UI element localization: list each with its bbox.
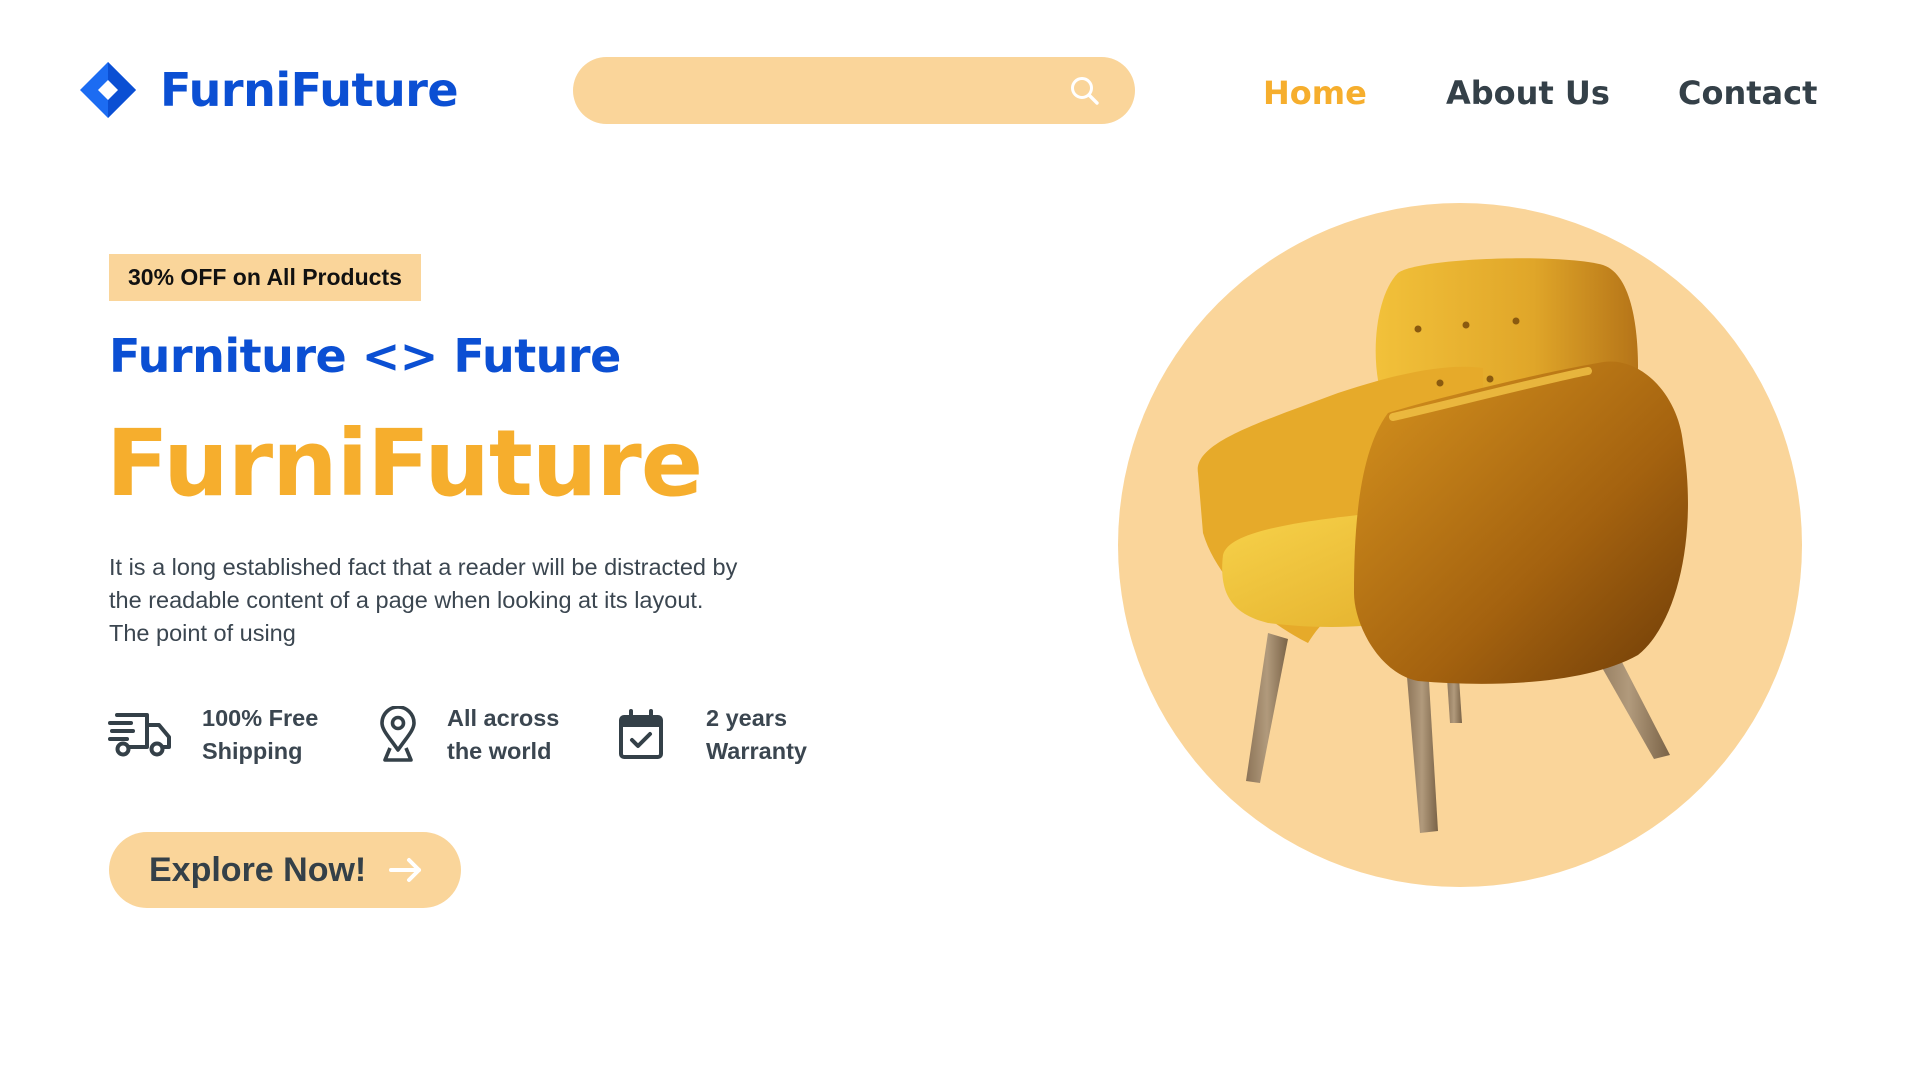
- feature-shipping-line-1: 100% Free: [202, 705, 319, 731]
- nav-about-us[interactable]: About Us: [1446, 74, 1610, 112]
- nav-home[interactable]: Home: [1263, 74, 1367, 112]
- hero-image-circle: [1118, 203, 1802, 887]
- feature-free-shipping: 100% Free Shipping: [106, 700, 318, 770]
- armchair-image: [1197, 258, 1688, 833]
- feature-warranty-line-2: Warranty: [706, 738, 807, 764]
- discount-badge-text: 30% OFF on All Products: [128, 264, 402, 290]
- feature-warranty-line-1: 2 years: [706, 705, 788, 731]
- hero-description-line-2: the readable content of a page when look…: [109, 587, 704, 613]
- explore-now-button[interactable]: Explore Now!: [109, 832, 461, 908]
- feature-worldwide-line-2: the world: [447, 738, 552, 764]
- feature-warranty: 2 years Warranty: [606, 700, 807, 770]
- main-nav: Home About Us Contact: [0, 74, 1920, 124]
- hero-description: It is a long established fact that a rea…: [109, 551, 799, 650]
- explore-now-label: Explore Now!: [149, 850, 367, 889]
- hero-tagline: Furniture <> Future: [109, 329, 621, 383]
- nav-contact[interactable]: Contact: [1678, 74, 1817, 112]
- discount-badge: 30% OFF on All Products: [109, 254, 421, 301]
- hero-title: FurniFuture: [106, 410, 703, 517]
- hero-description-line-1: It is a long established fact that a rea…: [109, 554, 738, 580]
- feature-worldwide: All across the world: [363, 700, 559, 770]
- feature-shipping-line-2: Shipping: [202, 738, 303, 764]
- calendar-check-icon: [606, 700, 676, 770]
- arrow-right-icon: [389, 858, 422, 882]
- delivery-truck-icon: [106, 700, 176, 770]
- feature-worldwide-line-1: All across: [447, 705, 560, 731]
- location-pin-icon: [363, 700, 433, 770]
- hero-description-line-3: The point of using: [109, 620, 296, 646]
